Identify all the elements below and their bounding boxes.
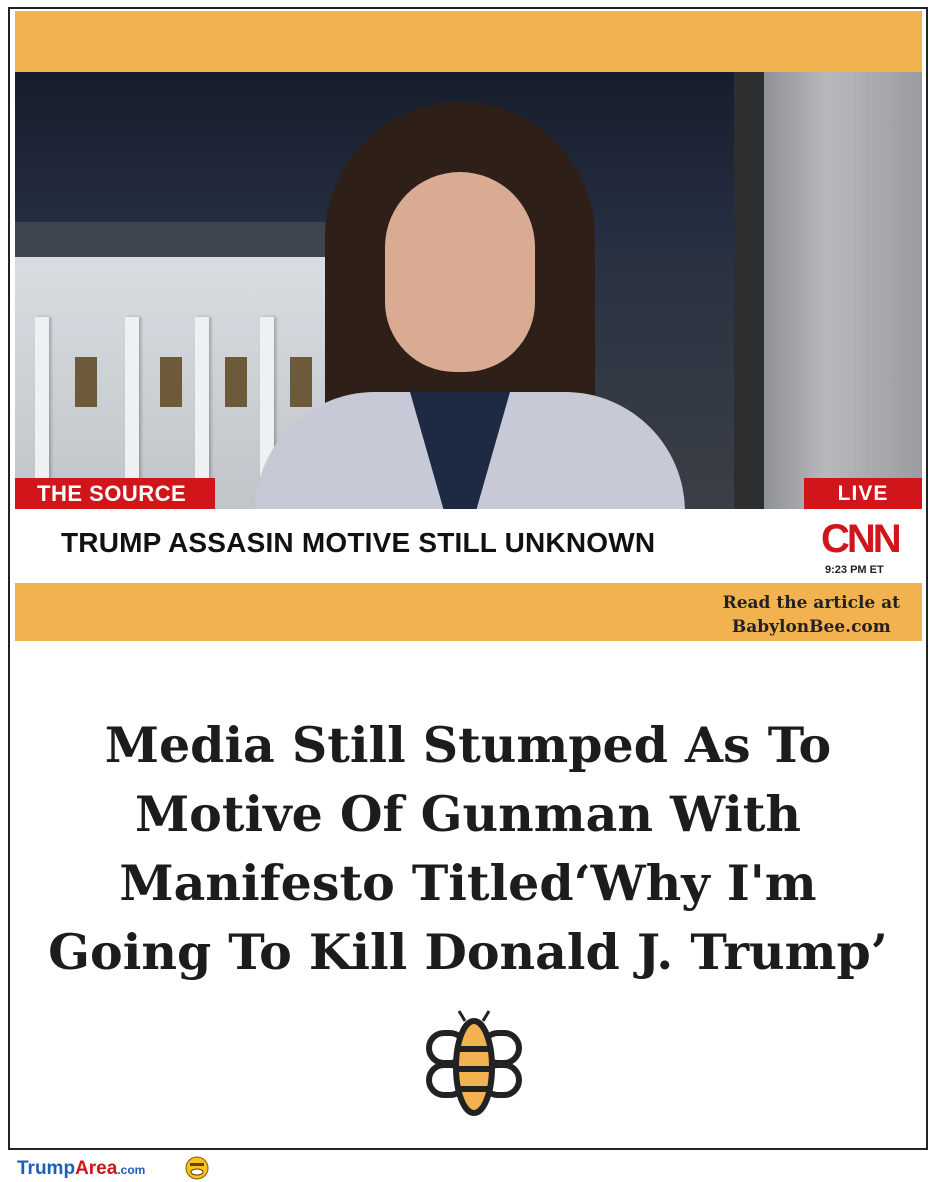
meme-frame: THE SOURCE LIVE TRUMP ASSASIN MOTIVE STI… xyxy=(8,7,928,1150)
headline-line-2: Motive Of Gunman With xyxy=(134,785,802,843)
credit-line-1: Read the article at xyxy=(722,593,900,613)
live-tag: LIVE xyxy=(804,478,922,509)
credit-line-2: BabylonBee.com xyxy=(731,617,891,637)
chyron-headline: TRUMP ASSASIN MOTIVE STILL UNKNOWN xyxy=(61,527,656,558)
cnn-logo: CNN xyxy=(821,517,902,561)
footer-brand: TrumpArea.com xyxy=(17,1158,145,1180)
headline-line-1: Media Still Stumped As To xyxy=(104,716,832,774)
brand-area: Area xyxy=(75,1158,118,1179)
babylon-bee-icon xyxy=(426,1010,522,1116)
smiley-emoji-icon xyxy=(185,1156,209,1180)
headline-line-4: Going To Kill Donald J. Trump’ xyxy=(48,923,888,981)
news-anchor-figure xyxy=(235,92,705,509)
credit-band: Read the article at BabylonBee.com xyxy=(15,583,922,641)
brand-com: .com xyxy=(117,1163,146,1177)
chyron: TRUMP ASSASIN MOTIVE STILL UNKNOWN CNN 9… xyxy=(15,509,922,583)
headline-line-3: Manifesto Titled‘Why I'm xyxy=(119,854,817,912)
top-orange-band xyxy=(15,11,922,72)
brand-trump: Trump xyxy=(17,1158,76,1179)
article-headline: Media Still Stumped As To Motive Of Gunm… xyxy=(10,711,926,987)
broadcast-time: 9:23 PM ET xyxy=(825,564,884,576)
credit-text: Read the article at BabylonBee.com xyxy=(723,591,900,639)
news-broadcast-image xyxy=(15,72,922,509)
show-tag: THE SOURCE xyxy=(15,478,215,509)
